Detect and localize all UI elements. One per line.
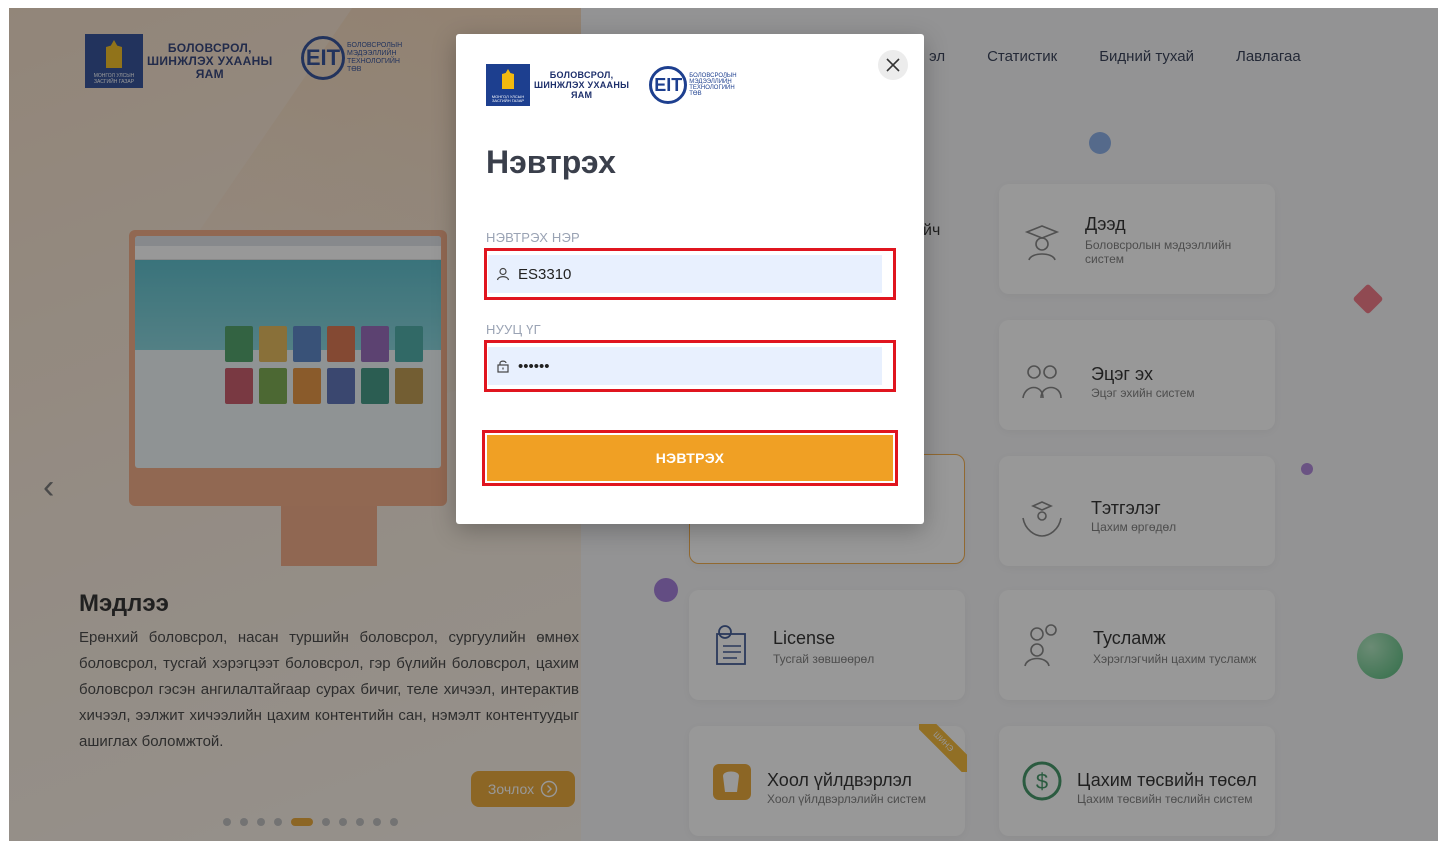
user-icon — [488, 267, 518, 281]
close-icon — [886, 58, 900, 72]
username-field[interactable] — [488, 255, 882, 293]
login-modal: МОНГОЛ УЛСЫН ЗАСГИЙН ГАЗАР БОЛОВСРОЛ, ШИ… — [456, 34, 924, 524]
modal-eit-logo: EIT БОЛОВСРОЛЫН МЭДЭЭЛЛИЙН ТЕХНОЛОГИЙН Т… — [649, 66, 737, 104]
lock-icon — [488, 359, 518, 373]
browser-viewport: МОНГОЛ УЛСЫН ЗАСГИЙН ГАЗАР БОЛОВСРОЛ, ШИ… — [9, 8, 1438, 841]
eit-mark-icon: EIT — [649, 66, 688, 104]
username-input[interactable] — [518, 255, 882, 293]
password-label: НУУЦ ҮГ — [486, 322, 541, 337]
username-label: НЭВТРЭХ НЭР — [486, 230, 580, 245]
password-field[interactable] — [488, 347, 882, 385]
login-submit-button[interactable]: НЭВТРЭХ — [487, 435, 893, 481]
modal-title: Нэвтрэх — [486, 144, 616, 180]
modal-logos: МОНГОЛ УЛСЫН ЗАСГИЙН ГАЗАР БОЛОВСРОЛ, ШИ… — [486, 64, 737, 106]
page: МОНГОЛ УЛСЫН ЗАСГИЙН ГАЗАР БОЛОВСРОЛ, ШИ… — [0, 0, 1438, 841]
modal-ministry-logo: МОНГОЛ УЛСЫН ЗАСГИЙН ГАЗАР БОЛОВСРОЛ, ШИ… — [486, 64, 629, 106]
soyombo-emblem-icon: МОНГОЛ УЛСЫН ЗАСГИЙН ГАЗАР — [486, 64, 530, 106]
password-input[interactable] — [518, 347, 882, 385]
close-button[interactable] — [878, 50, 908, 80]
